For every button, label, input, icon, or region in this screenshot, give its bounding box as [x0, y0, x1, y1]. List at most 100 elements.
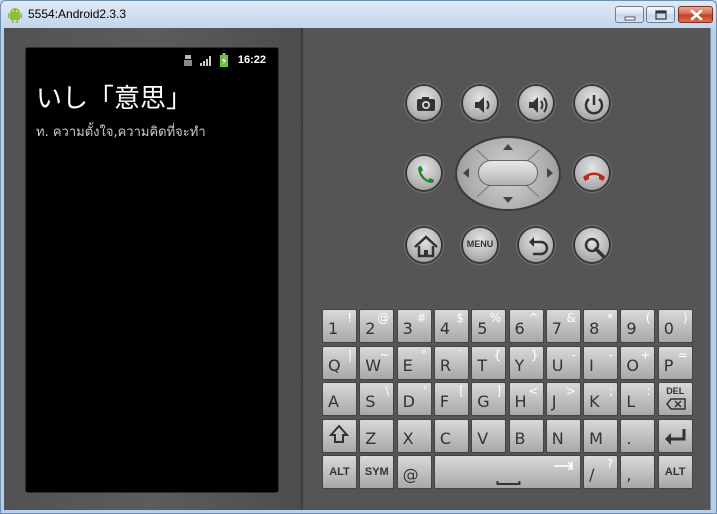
- key-alt-label: }: [530, 347, 539, 362]
- key-label: D: [402, 392, 415, 411]
- key-5[interactable]: 5%: [471, 309, 507, 343]
- back-icon: [529, 237, 549, 256]
- key-alt[interactable]: ALT: [322, 455, 357, 489]
- key-label: V: [477, 428, 489, 448]
- home-button[interactable]: [405, 226, 443, 264]
- key-slash[interactable]: /?: [583, 455, 619, 489]
- key-6[interactable]: 6 ^: [508, 309, 544, 343]
- key-g[interactable]: G]: [471, 382, 507, 416]
- menu-button[interactable]: MENU: [461, 226, 499, 264]
- key-label: 4: [439, 319, 451, 338]
- key-a[interactable]: A: [322, 382, 357, 416]
- key-j[interactable]: J >: [545, 382, 581, 416]
- key-alt-label: @: [377, 311, 390, 325]
- key-h[interactable]: H <: [508, 382, 544, 416]
- call-button[interactable]: [405, 154, 443, 192]
- hardware-keyboard: 1! 2 @3 #4 $5% 6 ^ 7 & 8 * 9(0) Q | W ~ E " R ` T{Y} U - I - O + P =…: [322, 309, 694, 491]
- key-alt[interactable]: ALT: [657, 455, 693, 489]
- key-0[interactable]: 0): [657, 309, 693, 343]
- key-label: @: [402, 465, 419, 484]
- key-u[interactable]: U-: [545, 345, 581, 380]
- key-alt-label: ): [683, 311, 688, 325]
- key-alt-label: ^: [528, 311, 539, 325]
- key-label: 1: [328, 319, 339, 338]
- key-z[interactable]: Z: [359, 418, 395, 453]
- key-n[interactable]: N: [545, 418, 581, 453]
- key-label: 0: [663, 319, 674, 338]
- menu-label: MENU: [466, 239, 494, 249]
- key-w[interactable]: W ~: [359, 345, 395, 380]
- power-button[interactable]: [573, 84, 611, 122]
- key-alt-label: (: [645, 311, 651, 325]
- key-label: 6: [514, 319, 525, 338]
- key-q[interactable]: Q |: [322, 345, 357, 380]
- dictionary-word: いし「意思」: [36, 84, 193, 114]
- key-p[interactable]: P =: [657, 345, 693, 380]
- key-r[interactable]: R `: [433, 345, 469, 380]
- key-4[interactable]: 4 $: [433, 309, 469, 343]
- key-enter[interactable]: [657, 418, 693, 453]
- key-m[interactable]: M: [583, 418, 619, 453]
- key-i[interactable]: I-: [583, 345, 619, 380]
- key-comma[interactable]: ,: [620, 455, 656, 489]
- key-v[interactable]: V: [471, 418, 507, 453]
- space-icon: [496, 461, 573, 485]
- key-alt-label: -: [571, 347, 576, 362]
- key-o[interactable]: O +: [620, 345, 656, 380]
- key-s[interactable]: S \: [359, 382, 395, 416]
- key-label: 5: [477, 319, 488, 338]
- key-alt-label: [: [459, 384, 464, 398]
- search-icon: [584, 237, 605, 258]
- key-alt-label: `: [457, 347, 464, 362]
- key-8[interactable]: 8 *: [583, 309, 619, 343]
- key-alt-label: %: [489, 311, 502, 325]
- dpad-center-button[interactable]: [478, 160, 538, 186]
- key-label: K: [589, 392, 600, 411]
- search-button[interactable]: [573, 226, 611, 264]
- close-button[interactable]: [678, 6, 713, 23]
- key-x[interactable]: X: [396, 418, 432, 453]
- key-9[interactable]: 9(: [620, 309, 656, 343]
- camera-button[interactable]: [405, 84, 443, 122]
- title-bar[interactable]: 5554:Android2.3.3: [1, 1, 716, 29]
- key-label: U: [551, 355, 564, 375]
- key-e[interactable]: E ": [396, 345, 432, 380]
- key-shift[interactable]: [322, 418, 357, 453]
- key-k[interactable]: K;: [583, 382, 619, 416]
- battery-icon: [220, 53, 228, 67]
- phone-screen[interactable]: 16:22 いし「意思」 ท. ความตั้งใจ,ความคิดที่จะท…: [25, 47, 279, 493]
- key-alt-label: {: [493, 347, 502, 362]
- key-t[interactable]: T{: [471, 345, 507, 380]
- minimize-button[interactable]: [615, 6, 644, 23]
- key-d[interactable]: D ': [396, 382, 432, 416]
- key-l[interactable]: L:: [620, 382, 656, 416]
- key-period[interactable]: .: [620, 418, 656, 453]
- maximize-button[interactable]: [646, 6, 675, 23]
- key-label: 8: [589, 319, 600, 338]
- power-icon: [584, 95, 604, 115]
- end-call-button[interactable]: [573, 154, 611, 192]
- back-button[interactable]: [517, 226, 555, 264]
- key-2[interactable]: 2 @: [359, 309, 395, 343]
- volume-down-button[interactable]: [461, 84, 499, 122]
- key-label: N: [551, 428, 564, 448]
- key-7[interactable]: 7 &: [545, 309, 581, 343]
- volume-up-button[interactable]: [517, 84, 555, 122]
- key-b[interactable]: B: [508, 418, 544, 453]
- key-alt-label: ?: [606, 457, 614, 471]
- key-del[interactable]: DEL: [657, 382, 693, 416]
- key-c[interactable]: C: [433, 418, 469, 453]
- key-3[interactable]: 3 #: [396, 309, 432, 343]
- key-alt-label: *: [607, 311, 614, 325]
- key-y[interactable]: Y}: [508, 345, 544, 380]
- key-1[interactable]: 1!: [322, 309, 357, 343]
- key-label: 3: [402, 319, 413, 338]
- key-alt-label: $: [456, 311, 464, 325]
- backspace-icon: [665, 398, 686, 410]
- key-f[interactable]: F[: [433, 382, 469, 416]
- key-sym[interactable]: SYM: [359, 455, 395, 489]
- key-space[interactable]: [433, 455, 581, 489]
- key-at[interactable]: @: [396, 455, 432, 489]
- key-alt-label: &: [566, 311, 576, 325]
- key-label: 7: [551, 319, 562, 338]
